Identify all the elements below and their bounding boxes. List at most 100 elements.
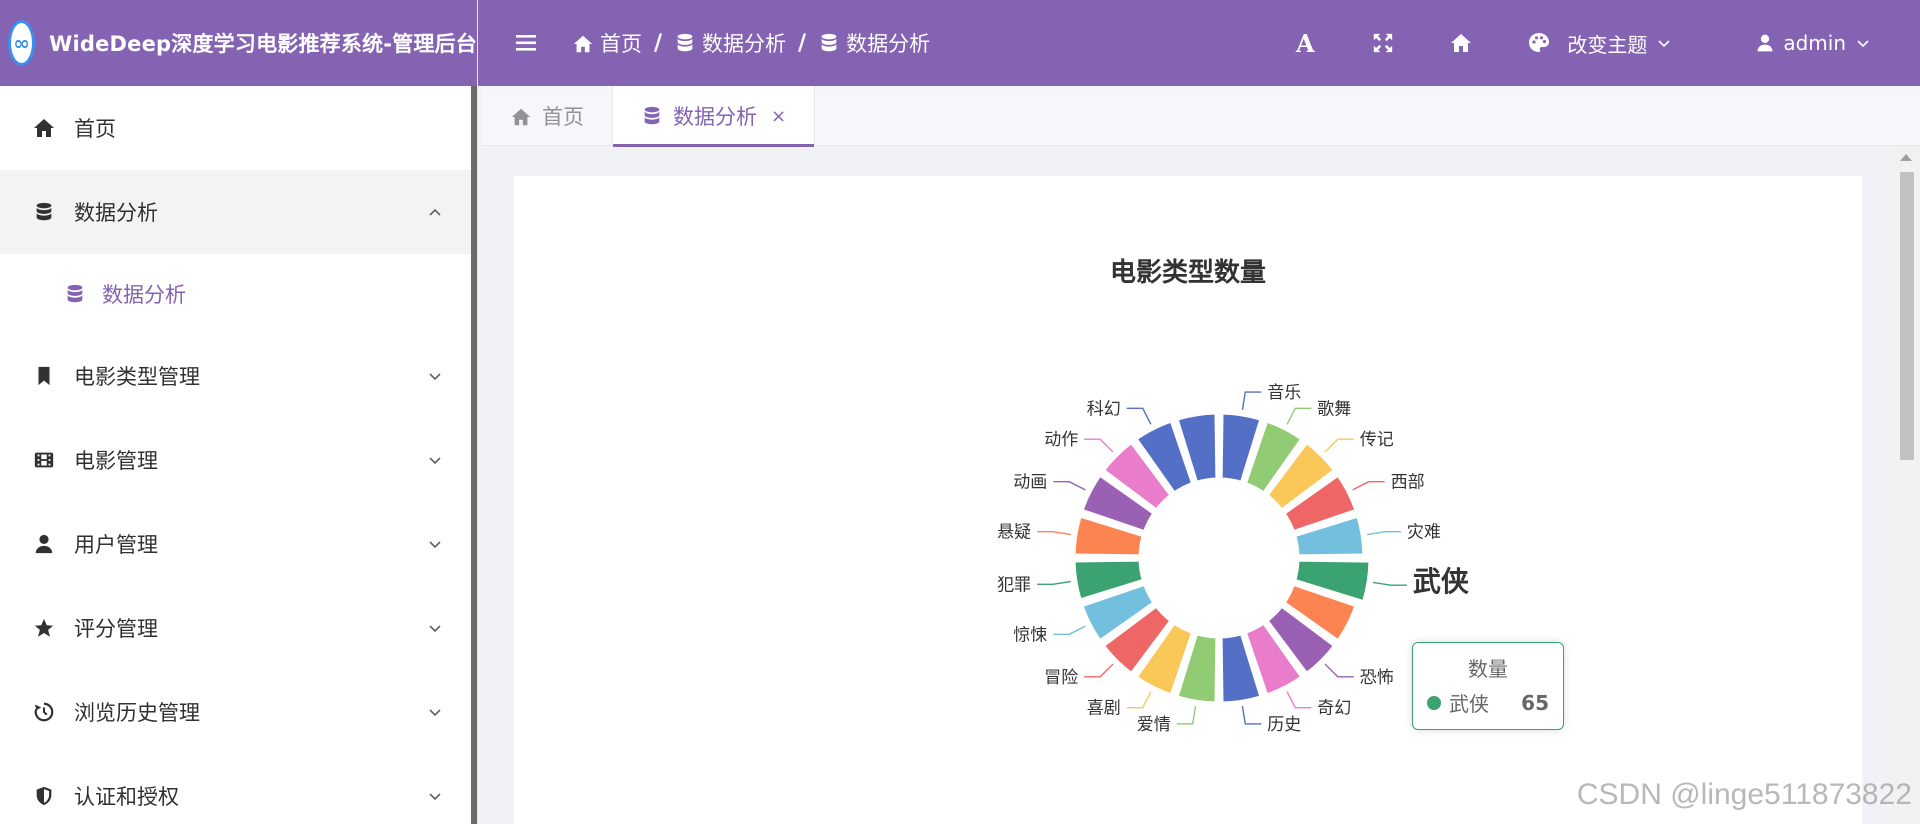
sidebar-item-history-management[interactable]: 浏览历史管理 (0, 670, 477, 754)
top-header: 首页 / 数据分析 / 数据分析 A 改变主题 admin (478, 0, 1920, 86)
slice-label: 惊悚 (1013, 625, 1047, 645)
sidebar-item-home[interactable]: 首页 (0, 86, 477, 170)
breadcrumb-data-analysis[interactable]: 数据分析 (702, 28, 786, 58)
sidebar-item-auth[interactable]: 认证和授权 (0, 754, 477, 824)
home-icon (572, 32, 594, 54)
header-actions: A 改变主题 admin (1293, 0, 1920, 86)
tab-label: 首页 (542, 105, 584, 129)
database-icon (64, 283, 86, 305)
tooltip-value: 65 (1521, 690, 1549, 715)
tab-home[interactable]: 首页 (482, 86, 613, 146)
home-icon[interactable] (1449, 31, 1473, 55)
chevron-down-icon (429, 541, 441, 549)
tooltip-title: 数量 (1468, 657, 1508, 681)
sidebar-item-data-analysis[interactable]: 数据分析 (0, 170, 477, 254)
label-leader-line (1053, 625, 1086, 635)
slice-label: 传记 (1360, 430, 1394, 450)
label-leader-line (1176, 706, 1197, 725)
star-icon (32, 616, 56, 640)
sidebar-item-label: 首页 (74, 117, 116, 141)
label-leader-line (1084, 663, 1114, 678)
label-leader-line (1367, 531, 1401, 536)
slice-label: 科幻 (1087, 399, 1121, 419)
theme-label: 改变主题 (1567, 32, 1648, 57)
fullscreen-icon[interactable] (1371, 31, 1395, 55)
user-dropdown[interactable]: admin (1755, 31, 1870, 55)
database-icon (674, 32, 696, 54)
breadcrumb: 首页 / 数据分析 / 数据分析 (572, 28, 930, 58)
breadcrumb-home[interactable]: 首页 (600, 28, 642, 58)
slice-label: 恐怖 (1360, 668, 1394, 688)
series-color-dot (1427, 695, 1441, 710)
user-name: admin (1783, 31, 1846, 55)
sidebar-scrollbar[interactable] (471, 86, 477, 824)
scrollbar-thumb[interactable] (1900, 172, 1914, 460)
slice-label: 灾难 (1407, 523, 1441, 543)
slice-label: 动作 (1044, 430, 1078, 450)
label-leader-line (1286, 407, 1312, 425)
sidebar-item-label: 浏览历史管理 (74, 701, 200, 725)
database-icon (641, 105, 663, 127)
home-icon (510, 105, 532, 127)
slice-label: 动画 (1013, 473, 1047, 493)
sidebar-item-label: 用户管理 (74, 533, 158, 557)
label-leader-line (1084, 438, 1114, 453)
sidebar-item-label: 认证和授权 (74, 785, 179, 809)
font-size-icon[interactable]: A (1293, 29, 1317, 58)
main-content: 电影类型数量 音乐 歌舞 传记 西部 灾难 武侠 恐怖 奇幻 历史 爱情 喜剧 冒险 惊悚 犯罪 悬疑 动画动… (514, 176, 1862, 824)
sidebar-subitem-data-analysis[interactable]: 数据分析 (0, 254, 477, 334)
scroll-up-arrow-icon[interactable] (1900, 154, 1912, 161)
slice-label: 歌舞 (1317, 399, 1351, 419)
home-icon (32, 116, 56, 140)
close-icon[interactable]: × (771, 106, 786, 127)
sidebar-item-movie-management[interactable]: 电影管理 (0, 418, 477, 502)
slice-label: 喜剧 (1087, 699, 1121, 719)
label-leader-line (1324, 663, 1354, 678)
label-leader-line (1126, 691, 1152, 709)
sidebar-item-label: 数据分析 (74, 201, 158, 225)
label-leader-line (1241, 706, 1262, 725)
sidebar-item-genre-management[interactable]: 电影类型管理 (0, 334, 477, 418)
label-leader-line (1126, 407, 1152, 425)
slice-label: 历史 (1267, 715, 1301, 735)
tab-data-analysis[interactable]: 数据分析 × (613, 86, 816, 147)
sidebar: ∞ WideDeep深度学习电影推荐系统-管理后台 首页 数据分析 数据分析 电… (0, 0, 478, 824)
page-scrollbar[interactable] (1892, 146, 1920, 824)
chevron-down-icon (1857, 40, 1869, 48)
theme-dropdown[interactable]: 改变主题 (1527, 29, 1671, 58)
breadcrumb-current: 数据分析 (846, 32, 931, 56)
shield-icon (32, 784, 56, 808)
breadcrumb-separator: / (798, 30, 807, 56)
bookmark-icon (32, 364, 56, 388)
slice-label: 爱情 (1137, 715, 1171, 735)
label-leader-line (1286, 691, 1312, 709)
app-title: WideDeep深度学习电影推荐系统-管理后台 (49, 32, 477, 56)
genre-pie-chart: 音乐歌舞传记西部灾难武侠恐怖奇幻历史 爱情喜剧冒险 惊悚 犯罪 悬疑 动画 动作科幻 (997, 383, 1470, 735)
breadcrumb-separator: / (654, 30, 663, 56)
label-leader-line (1352, 481, 1385, 491)
sidebar-menu: 首页 数据分析 数据分析 电影类型管理 电影管理 用户管理 评分管理 浏览历史管… (0, 86, 477, 824)
database-icon (818, 32, 840, 54)
chevron-down-icon (1658, 40, 1670, 48)
slice-label: 冒险 (1044, 668, 1078, 688)
tooltip-name: 武侠 (1449, 692, 1489, 716)
watermark: CSDN @linge511873822 (1576, 778, 1912, 811)
film-icon (32, 448, 56, 472)
hamburger-menu-icon[interactable] (516, 34, 538, 52)
sidebar-item-user-management[interactable]: 用户管理 (0, 502, 477, 586)
label-leader-line (1372, 581, 1407, 586)
sidebar-item-label: 电影类型管理 (74, 365, 200, 389)
history-icon (32, 700, 56, 724)
tab-label: 数据分析 (673, 105, 757, 129)
tab-bar: 首页 数据分析 × (482, 86, 1920, 147)
slice-label: 悬疑 (997, 523, 1031, 543)
tooltip-row: 武侠 65 (1427, 688, 1549, 717)
label-leader-line (1037, 531, 1071, 536)
chevron-down-icon (429, 457, 441, 465)
slice-label: 西部 (1391, 473, 1425, 493)
logo-bar: ∞ WideDeep深度学习电影推荐系统-管理后台 (0, 0, 477, 86)
sidebar-item-rating-management[interactable]: 评分管理 (0, 586, 477, 670)
sidebar-item-label: 评分管理 (74, 617, 158, 641)
user-icon (32, 532, 56, 556)
slice-label: 奇幻 (1317, 699, 1351, 719)
